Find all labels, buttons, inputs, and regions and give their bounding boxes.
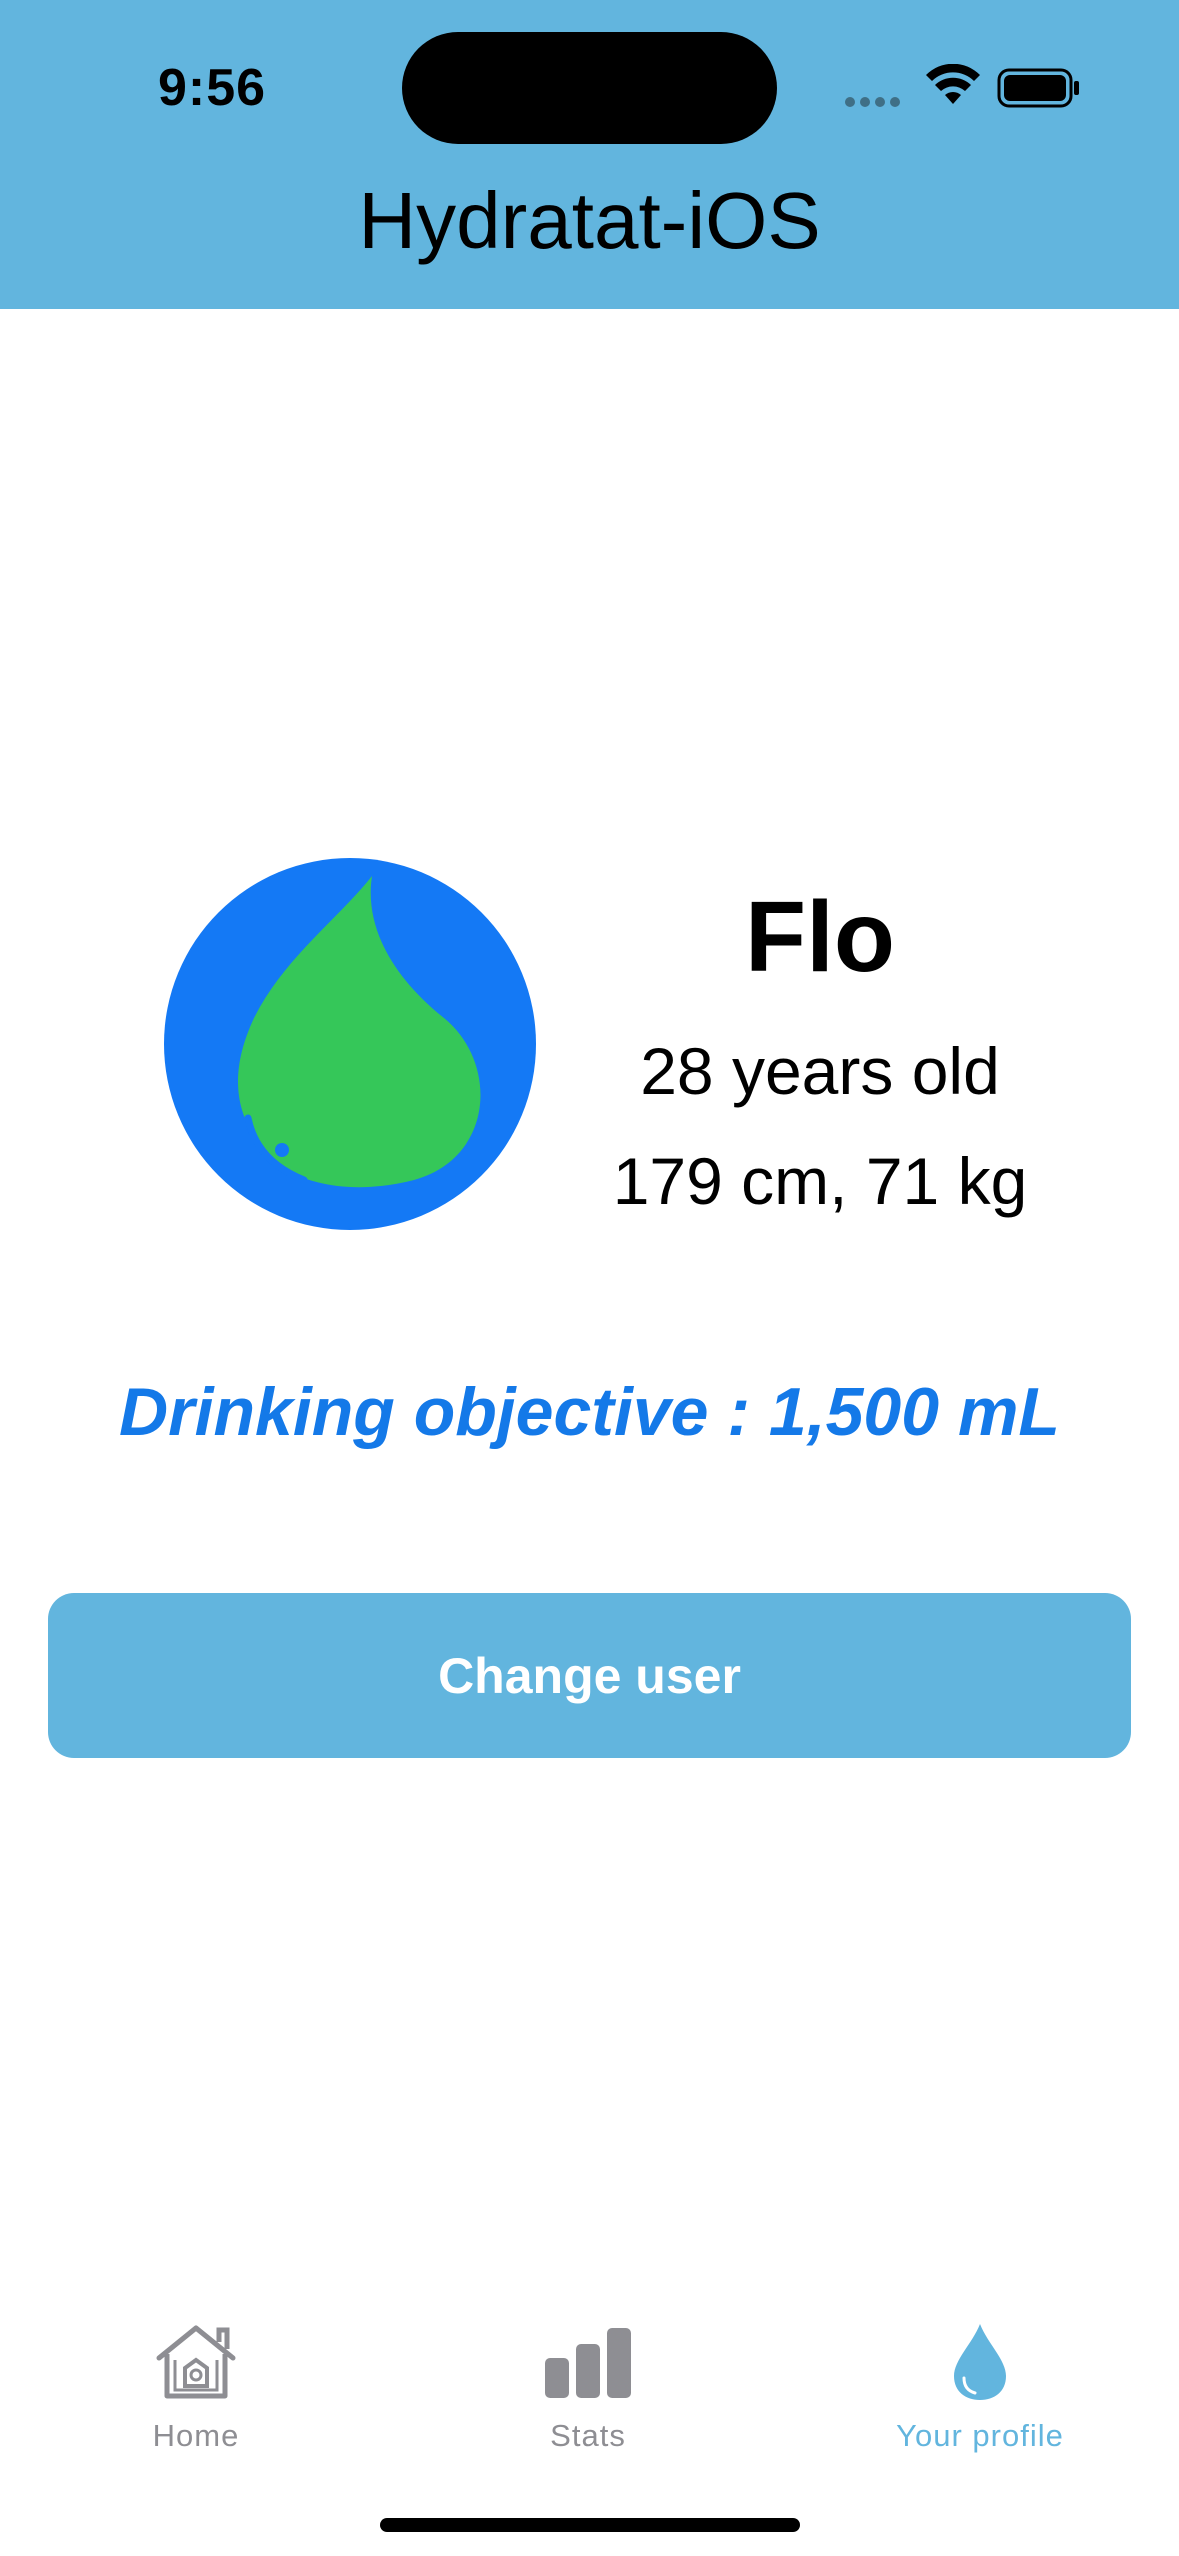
dynamic-island — [402, 32, 777, 144]
water-drop-icon — [954, 2324, 1006, 2400]
profile-screen: 9:56 Hydratat-iOS Flo 28 years old 179 c… — [0, 0, 1179, 2556]
home-indicator — [380, 2518, 800, 2532]
tab-home-label: Home — [152, 2418, 240, 2453]
status-time: 9:56 — [158, 59, 267, 117]
tab-home[interactable]: Home — [66, 2320, 326, 2454]
header: 9:56 Hydratat-iOS — [0, 0, 1179, 309]
status-indicators — [845, 64, 1085, 112]
app-title: Hydratat-iOS — [358, 176, 821, 265]
water-drop-avatar-icon — [164, 858, 536, 1230]
change-user-label: Change user — [438, 1647, 741, 1704]
tab-your-profile[interactable]: Your profile — [850, 2320, 1110, 2454]
house-icon — [156, 2325, 236, 2399]
battery-icon — [997, 68, 1079, 108]
change-user-button[interactable]: Change user — [48, 1593, 1131, 1758]
tab-stats-label: Stats — [550, 2418, 626, 2453]
bar-chart-icon — [545, 2328, 631, 2398]
drinking-objective: Drinking objective : 1,500 mL — [119, 1374, 1060, 1450]
tab-your-profile-label: Your profile — [896, 2418, 1064, 2453]
wifi-icon — [926, 64, 980, 104]
tab-stats[interactable]: Stats — [458, 2320, 718, 2454]
signal-dots-icon — [845, 94, 905, 112]
user-measurements: 179 cm, 71 kg — [612, 1144, 1028, 1218]
user-age: 28 years old — [640, 1034, 1000, 1108]
user-name: Flo — [745, 881, 895, 993]
